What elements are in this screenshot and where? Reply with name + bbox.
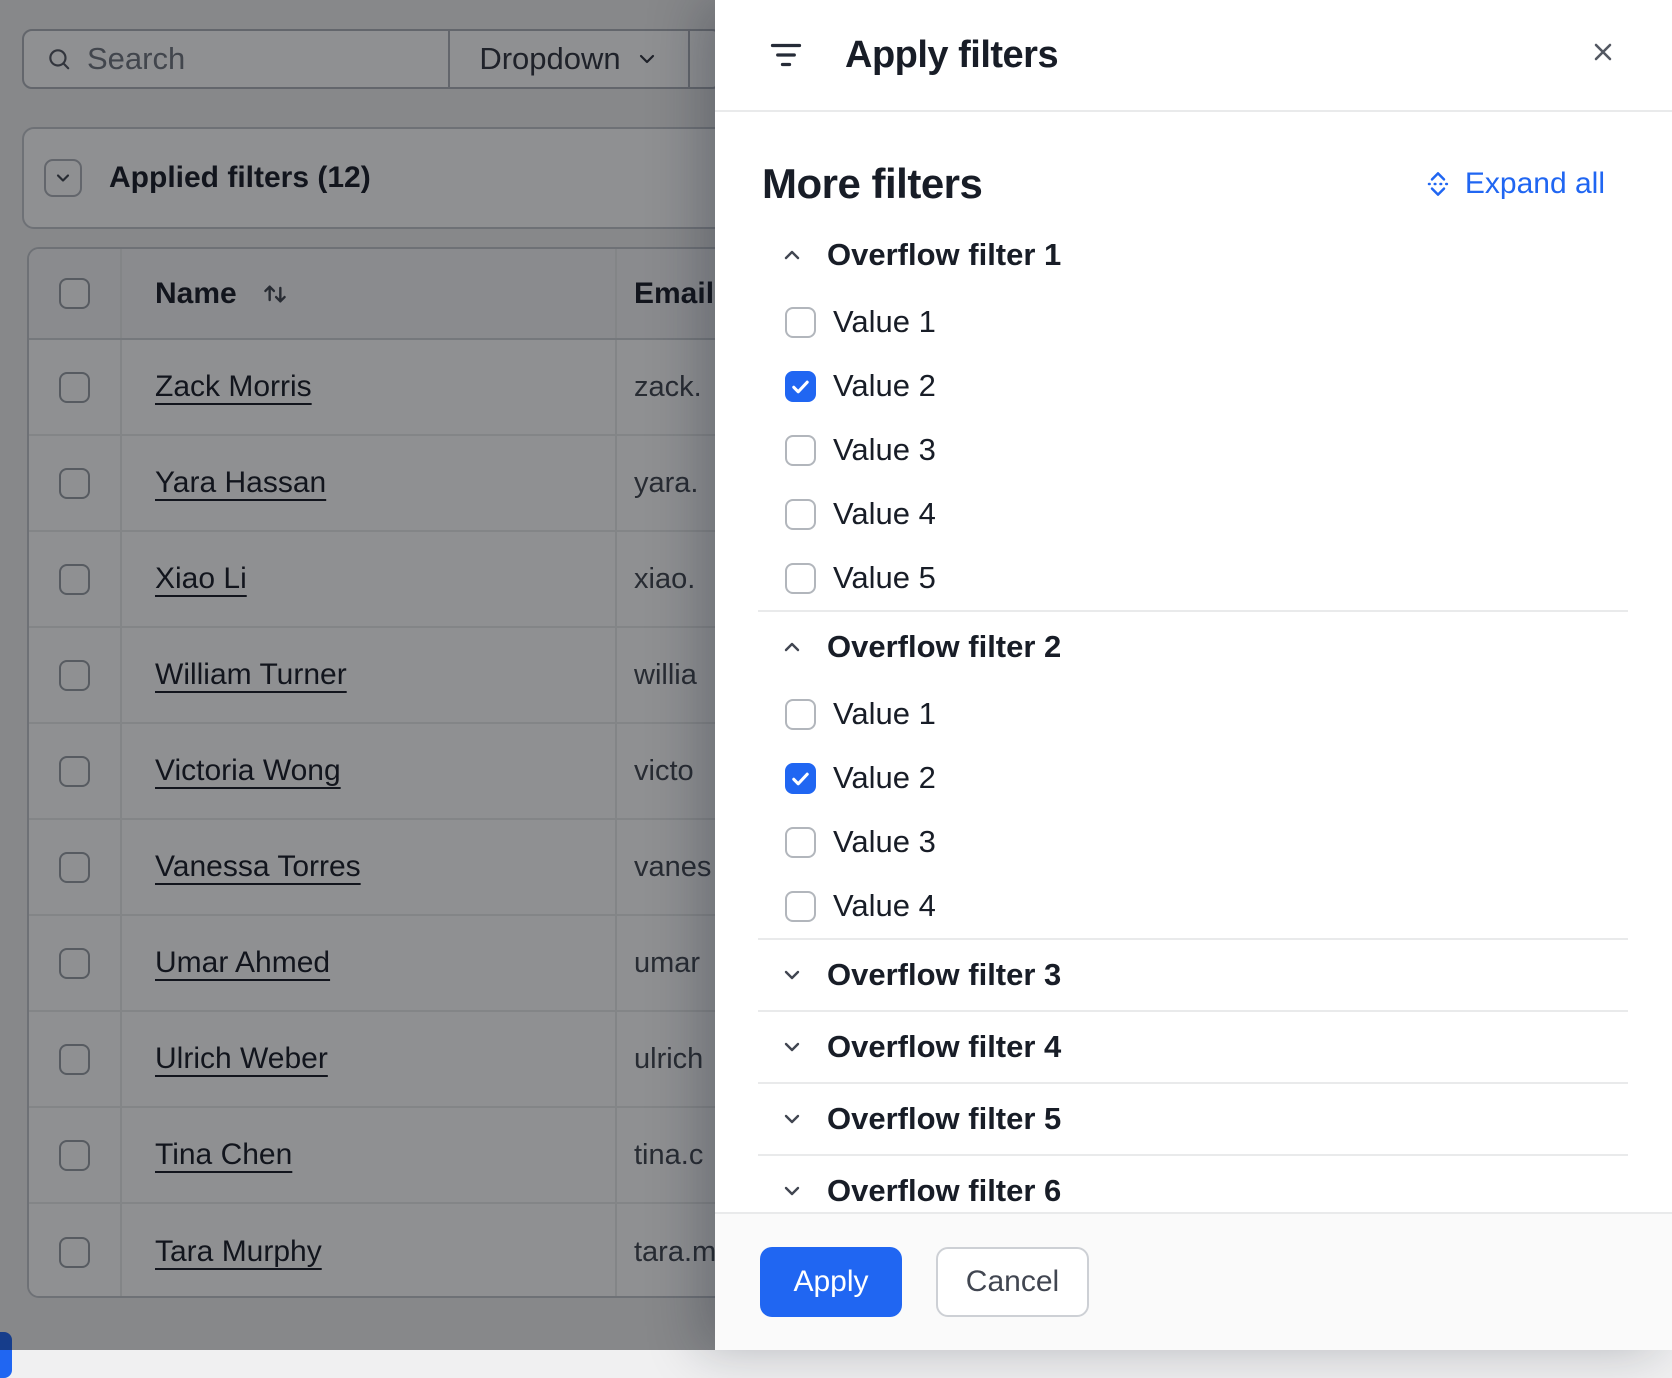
filter-option-label[interactable]: Value 3 xyxy=(833,432,936,468)
filter-option-row: Value 5 xyxy=(715,546,1672,610)
filter-section-toggle-overflow-filter-4[interactable]: Overflow filter 4 xyxy=(715,1012,1672,1082)
expand-all-button[interactable]: Expand all xyxy=(1423,167,1605,201)
filter-lines-icon xyxy=(767,36,805,74)
close-button[interactable] xyxy=(1579,28,1627,76)
checkbox-overflow-filter-1-value-5[interactable] xyxy=(785,563,816,594)
expand-all-label: Expand all xyxy=(1465,167,1605,201)
checkbox-overflow-filter-1-value-2[interactable] xyxy=(785,371,816,402)
filter-option-row: Value 2 xyxy=(715,746,1672,810)
filter-section-toggle-overflow-filter-3[interactable]: Overflow filter 3 xyxy=(715,940,1672,1010)
filter-option-row: Value 3 xyxy=(715,810,1672,874)
filter-option-label[interactable]: Value 2 xyxy=(833,760,936,796)
filter-option-row: Value 2 xyxy=(715,354,1672,418)
checkbox-overflow-filter-2-value-3[interactable] xyxy=(785,827,816,858)
apply-filters-drawer: Apply filters More filters Expand all Ov… xyxy=(715,0,1672,1350)
filter-option-row: Value 3 xyxy=(715,418,1672,482)
filter-section-label: Overflow filter 2 xyxy=(827,629,1061,665)
filter-option-row: Value 1 xyxy=(715,682,1672,746)
filter-sections-list: Overflow filter 1 Value 1 Value 2 Value 3 Va… xyxy=(715,220,1672,1212)
filter-option-row: Value 4 xyxy=(715,482,1672,546)
checkbox-overflow-filter-2-value-1[interactable] xyxy=(785,699,816,730)
filter-option-label[interactable]: Value 4 xyxy=(833,888,936,924)
filter-section-label: Overflow filter 1 xyxy=(827,237,1061,273)
chevron-up-icon xyxy=(779,635,805,659)
filter-section-label: Overflow filter 5 xyxy=(827,1101,1061,1137)
drawer-header: Apply filters xyxy=(715,0,1672,112)
apply-button[interactable]: Apply xyxy=(760,1247,902,1317)
chevron-up-icon xyxy=(779,243,805,267)
filter-section-toggle-overflow-filter-1[interactable]: Overflow filter 1 xyxy=(715,220,1672,290)
chevron-down-icon xyxy=(779,1179,805,1203)
filter-option-label[interactable]: Value 3 xyxy=(833,824,936,860)
chevron-down-icon xyxy=(779,1107,805,1131)
filter-section-toggle-overflow-filter-5[interactable]: Overflow filter 5 xyxy=(715,1084,1672,1154)
checkmark-icon xyxy=(789,767,812,790)
filter-option-label[interactable]: Value 1 xyxy=(833,696,936,732)
filter-section-toggle-overflow-filter-2[interactable]: Overflow filter 2 xyxy=(715,612,1672,682)
filter-option-row: Value 1 xyxy=(715,290,1672,354)
checkbox-overflow-filter-1-value-1[interactable] xyxy=(785,307,816,338)
more-filters-row: More filters Expand all xyxy=(762,158,1605,210)
close-icon xyxy=(1589,38,1617,66)
checkbox-overflow-filter-2-value-4[interactable] xyxy=(785,891,816,922)
drawer-title: Apply filters xyxy=(845,34,1058,77)
checkbox-overflow-filter-1-value-4[interactable] xyxy=(785,499,816,530)
drawer-footer: Apply Cancel xyxy=(715,1212,1672,1350)
checkbox-overflow-filter-2-value-2[interactable] xyxy=(785,763,816,794)
page: Dropdown Applied filters (12) Name xyxy=(0,0,1672,1350)
filter-option-label[interactable]: Value 4 xyxy=(833,496,936,532)
cancel-button[interactable]: Cancel xyxy=(936,1247,1089,1317)
more-filters-heading: More filters xyxy=(762,160,982,208)
chevron-down-icon xyxy=(779,1035,805,1059)
filter-section-toggle-overflow-filter-6[interactable]: Overflow filter 6 xyxy=(715,1156,1672,1212)
filter-section-label: Overflow filter 6 xyxy=(827,1173,1061,1209)
expand-all-icon xyxy=(1423,169,1453,199)
checkmark-icon xyxy=(789,375,812,398)
filter-section-label: Overflow filter 4 xyxy=(827,1029,1061,1065)
filter-option-label[interactable]: Value 1 xyxy=(833,304,936,340)
drawer-body: More filters Expand all Overflow filter … xyxy=(715,112,1672,1212)
chevron-down-icon xyxy=(779,963,805,987)
checkbox-overflow-filter-1-value-3[interactable] xyxy=(785,435,816,466)
filter-option-label[interactable]: Value 2 xyxy=(833,368,936,404)
filter-option-row: Value 4 xyxy=(715,874,1672,938)
filter-section-label: Overflow filter 3 xyxy=(827,957,1061,993)
filter-option-label[interactable]: Value 5 xyxy=(833,560,936,596)
